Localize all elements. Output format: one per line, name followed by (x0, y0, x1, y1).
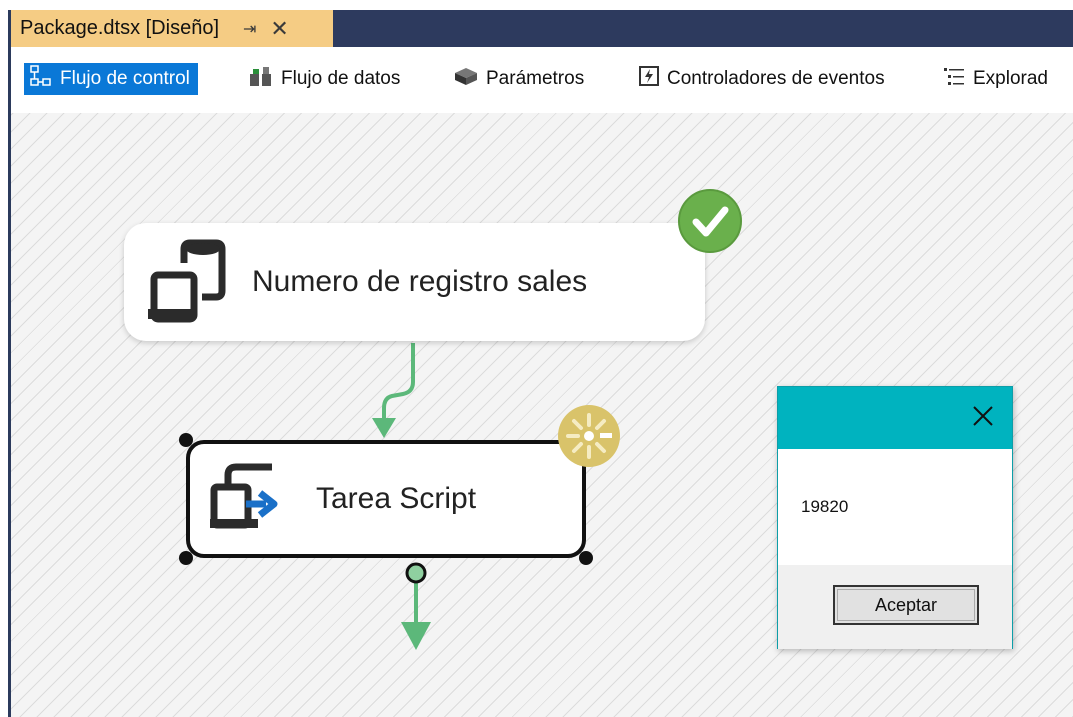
ok-button[interactable]: Aceptar (833, 585, 979, 625)
dialog-message: 19820 (801, 497, 849, 516)
precedence-arrowhead (372, 418, 396, 438)
resize-handle[interactable] (179, 551, 193, 565)
close-icon[interactable] (972, 405, 994, 427)
script-task[interactable]: Tarea Script (186, 440, 586, 558)
dialog-title-bar[interactable] (778, 387, 1012, 449)
ok-button-label: Aceptar (874, 594, 938, 615)
outgoing-arrowhead (401, 622, 431, 650)
task-label: Tarea Script (316, 482, 477, 515)
connector-handle[interactable] (405, 562, 427, 584)
sql-task-icon (140, 235, 230, 330)
task-label: Numero de registro sales (252, 265, 588, 298)
execute-sql-task[interactable]: Numero de registro sales (124, 223, 705, 341)
message-box-dialog: 19820 Aceptar (777, 386, 1013, 649)
script-task-icon (206, 457, 286, 542)
success-check-icon (678, 189, 742, 253)
precedence-constraint[interactable] (382, 343, 415, 420)
resize-handle[interactable] (179, 433, 193, 447)
running-spinner-icon (558, 405, 620, 467)
resize-handle[interactable] (579, 551, 593, 565)
dialog-footer: Aceptar (778, 565, 1012, 649)
